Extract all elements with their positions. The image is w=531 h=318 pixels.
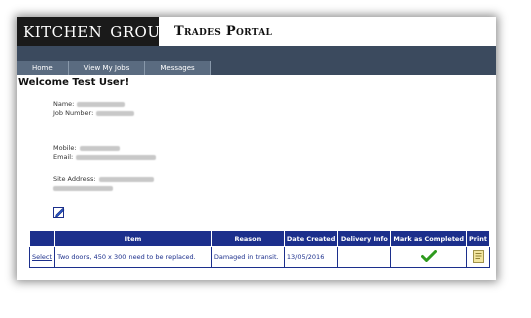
site-address-line2 <box>53 184 113 193</box>
job-number-row: Job Number: <box>53 109 135 118</box>
nav-tabs: Home View My Jobs Messages <box>17 61 211 75</box>
site-address-line2-redacted <box>53 185 113 191</box>
print-cell <box>466 246 490 268</box>
tab-view-my-jobs[interactable]: View My Jobs <box>68 61 146 75</box>
logo-word-kitchen: KITCHEN <box>23 22 103 41</box>
date-created-cell: 13/05/2016 <box>283 246 339 268</box>
reason-cell: Damaged in transit. <box>210 246 285 268</box>
mobile-label: Mobile: <box>53 144 77 152</box>
logo-word-group: GROUP <box>110 22 172 41</box>
site-header: KITCHEN GROUP Trades Portal <box>17 17 496 46</box>
header-delivery-info: Delivery Info <box>337 230 392 247</box>
select-cell: Select <box>28 246 56 268</box>
header-item: Item <box>54 230 212 247</box>
browser-window: KITCHEN GROUP Trades Portal Home View My… <box>17 17 496 280</box>
name-row: Name: <box>53 100 126 109</box>
name-value-redacted <box>77 101 126 107</box>
job-number-label: Job Number: <box>53 109 94 117</box>
email-row: Email: <box>53 153 157 162</box>
portal-title: Trades Portal <box>174 24 273 39</box>
select-link[interactable]: Select <box>32 253 52 261</box>
tab-messages[interactable]: Messages <box>145 61 211 75</box>
delivery-info-cell <box>337 246 392 268</box>
kitchen-group-logo: KITCHEN GROUP <box>17 17 171 46</box>
edit-icon[interactable] <box>53 206 65 218</box>
header-mark-as-completed: Mark as Completed <box>390 230 467 247</box>
header-print: Print <box>466 230 490 247</box>
site-address-row: Site Address: <box>53 175 154 184</box>
mark-completed-cell <box>390 246 467 268</box>
mobile-value-redacted <box>79 145 120 151</box>
job-number-value-redacted <box>96 110 135 116</box>
print-icon[interactable] <box>472 249 484 263</box>
site-address-label: Site Address: <box>53 175 96 183</box>
header-date-created: Date Created <box>283 230 339 247</box>
welcome-heading: Welcome Test User! <box>18 77 130 88</box>
jobs-table: Item Reason Date Created Delivery Info M… <box>28 230 490 268</box>
tab-home[interactable]: Home <box>17 61 69 75</box>
item-cell: Two doors, 450 x 300 need to be replaced… <box>54 246 212 268</box>
email-value-redacted <box>76 154 157 160</box>
header-reason: Reason <box>210 230 285 247</box>
mobile-row: Mobile: <box>53 144 120 153</box>
table-header-row: Item Reason Date Created Delivery Info M… <box>28 230 490 247</box>
name-label: Name: <box>53 100 75 108</box>
table-row: Select Two doors, 450 x 300 need to be r… <box>28 246 490 268</box>
email-label: Email: <box>53 153 74 161</box>
checkmark-icon[interactable] <box>420 250 437 262</box>
site-address-line1-redacted <box>98 176 154 182</box>
header-select <box>28 230 56 247</box>
